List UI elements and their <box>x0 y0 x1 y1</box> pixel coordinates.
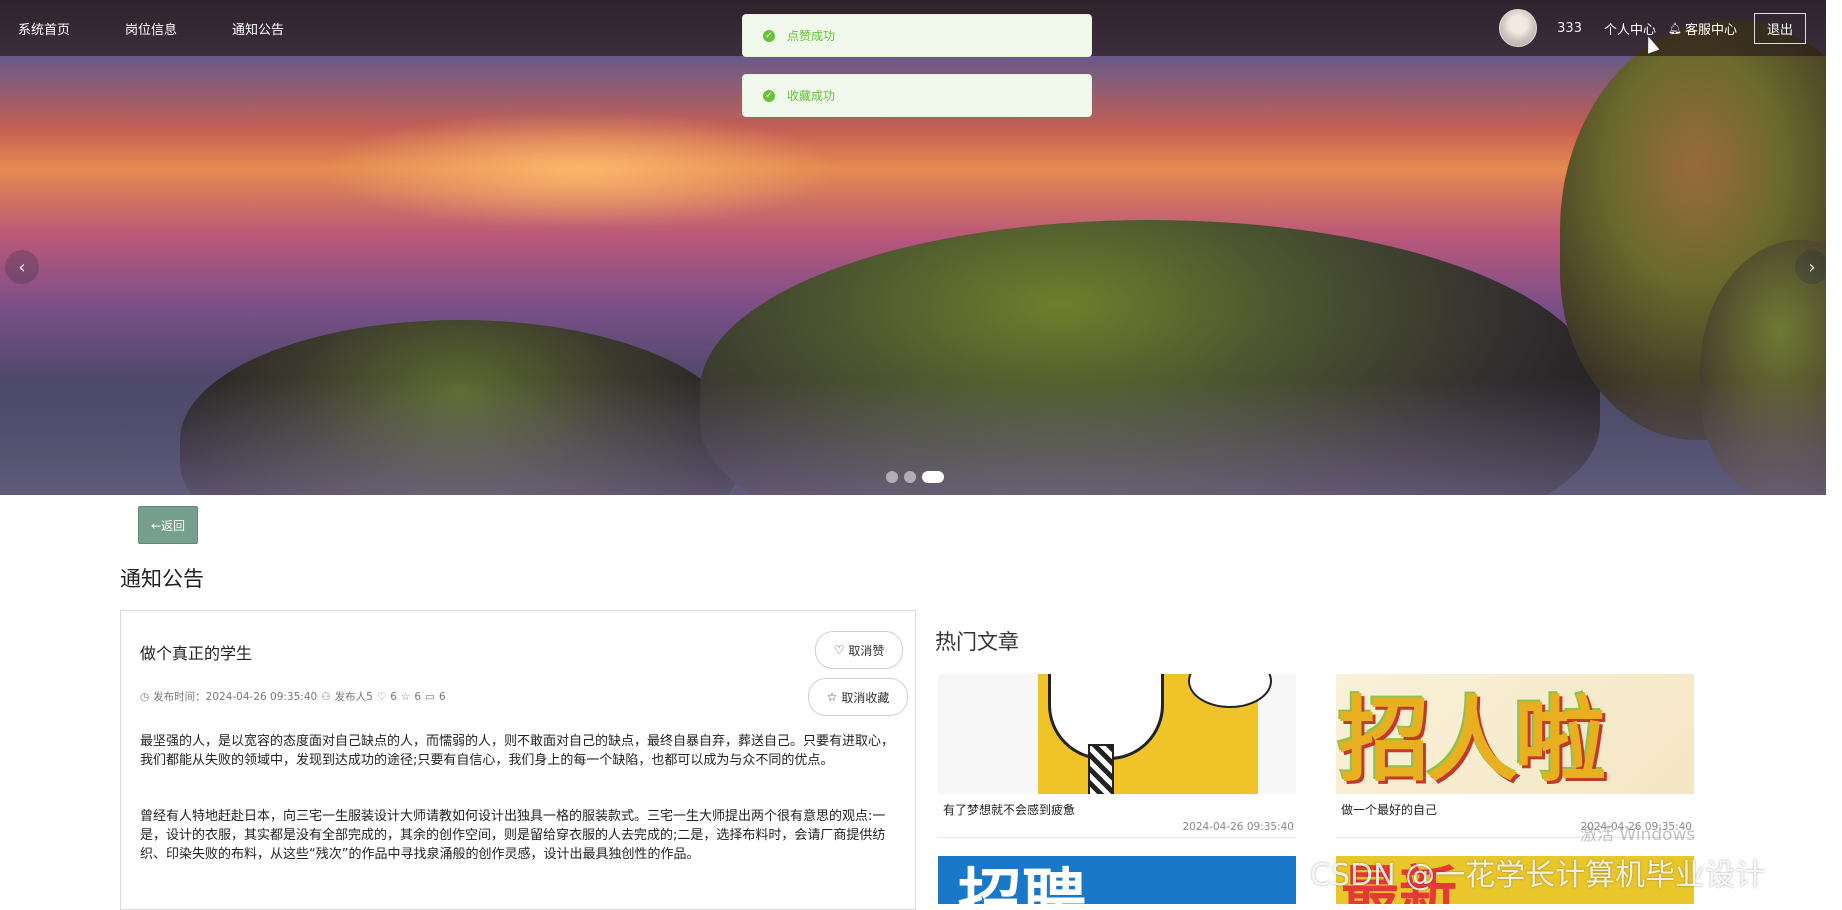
hot-article-title[interactable]: 做一个最好的自己 <box>1341 801 1694 818</box>
windows-activation-watermark: 激活 Windows <box>1580 825 1696 845</box>
divider <box>938 837 1296 838</box>
check-circle-icon: ✓ <box>763 29 775 42</box>
hot-article-card[interactable]: 招聘 <box>938 856 1296 904</box>
toast-like-success: ✓ 点赞成功 <box>742 14 1092 57</box>
heart-icon: ♡ <box>833 643 845 657</box>
publisher: 发布人5 <box>334 691 373 703</box>
profile-label: 个人中心 <box>1603 22 1656 38</box>
page-title: 通知公告 <box>120 567 204 591</box>
service-link[interactable]: 🔔︎ 客服中心 <box>1668 19 1737 38</box>
check-circle-icon: ✓ <box>763 89 775 102</box>
favorite-count: 6 <box>414 690 422 703</box>
user-icon: ⚇ <box>321 690 331 703</box>
toast-favorite-success: ✓ 收藏成功 <box>742 74 1092 117</box>
carousel-dot[interactable] <box>886 471 898 483</box>
publish-time: 发布时间：2024-04-26 09:35:40 <box>153 691 318 703</box>
unfavorite-button[interactable]: ☆ 取消收藏 <box>808 678 908 716</box>
hot-article-thumbnail[interactable]: 招人啦 <box>1336 674 1694 794</box>
nav-jobs[interactable]: 岗位信息 <box>125 19 177 38</box>
comment-icon: ▭ <box>425 690 435 703</box>
avatar[interactable] <box>1499 9 1538 47</box>
article-paragraph: 最坚强的人，是以宽容的态度面对自己缺点的人，而懦弱的人，则不敢面对自己的缺点，最… <box>140 734 895 768</box>
unlike-label: 取消赞 <box>848 643 885 658</box>
carousel-next-arrow[interactable]: › <box>1795 250 1826 284</box>
profile-link[interactable]: 个人中心 <box>1604 19 1656 38</box>
article-paragraph: 曾经有人特地赶赴日本，向三宅一生服装设计大师请教如何设计出独具一格的服装款式。三… <box>140 809 886 862</box>
carousel-prev-arrow[interactable]: ‹ <box>5 250 39 284</box>
comment-count: 6 <box>438 690 446 703</box>
cartoon-tie <box>1088 744 1114 794</box>
carousel-dot-active[interactable] <box>922 471 944 483</box>
article-title: 做个真正的学生 <box>140 644 253 663</box>
toast-message: 收藏成功 <box>787 89 836 103</box>
carousel-dot[interactable] <box>904 471 916 483</box>
hot-article-thumbnail[interactable]: 招聘 <box>938 856 1296 904</box>
carousel-indicators <box>886 471 944 483</box>
hot-article-thumbnail[interactable] <box>938 674 1296 794</box>
clock-icon: ◷ <box>140 690 150 703</box>
hot-article-card[interactable]: 招人啦 做一个最好的自己 2024-04-26 09:35:40 <box>1336 674 1694 838</box>
sunset-glow <box>320 110 840 230</box>
user-name: 333 <box>1557 20 1582 36</box>
service-label: 客服中心 <box>1684 22 1737 38</box>
bell-icon: 🔔︎ <box>1668 21 1682 35</box>
hot-articles-title: 热门文章 <box>935 630 1019 654</box>
article-meta: ◷ 发布时间：2024-04-26 09:35:40 ⚇ 发布人5 ♡ 6 ☆ … <box>140 689 446 704</box>
hot-article-card[interactable]: 有了梦想就不会感到疲惫 2024-04-26 09:35:40 <box>938 674 1296 838</box>
thumb-text: 招人啦 <box>1338 687 1606 794</box>
logout-button[interactable]: 退出 <box>1753 12 1806 44</box>
thumb-text: 招聘 <box>958 863 1086 904</box>
toast-message: 点赞成功 <box>787 29 836 43</box>
unfavorite-label: 取消收藏 <box>841 690 890 705</box>
star-icon: ☆ <box>826 690 838 704</box>
nav-notices[interactable]: 通知公告 <box>232 19 284 38</box>
unlike-button[interactable]: ♡ 取消赞 <box>815 631 903 669</box>
back-button[interactable]: ←返回 <box>138 506 198 544</box>
article-panel: 做个真正的学生 ♡ 取消赞 ☆ 取消收藏 ◷ 发布时间：2024-04-26 0… <box>120 610 916 910</box>
like-count: 6 <box>390 690 397 703</box>
hot-article-title[interactable]: 有了梦想就不会感到疲惫 <box>943 801 1296 818</box>
hot-article-date: 2024-04-26 09:35:40 <box>1182 821 1294 833</box>
csdn-watermark: CSDN @一花学长计算机毕业设计 <box>1310 858 1766 893</box>
nav-home[interactable]: 系统首页 <box>18 19 70 38</box>
thumb-up-icon: ♡ <box>376 690 387 703</box>
star-icon: ☆ <box>400 690 411 703</box>
